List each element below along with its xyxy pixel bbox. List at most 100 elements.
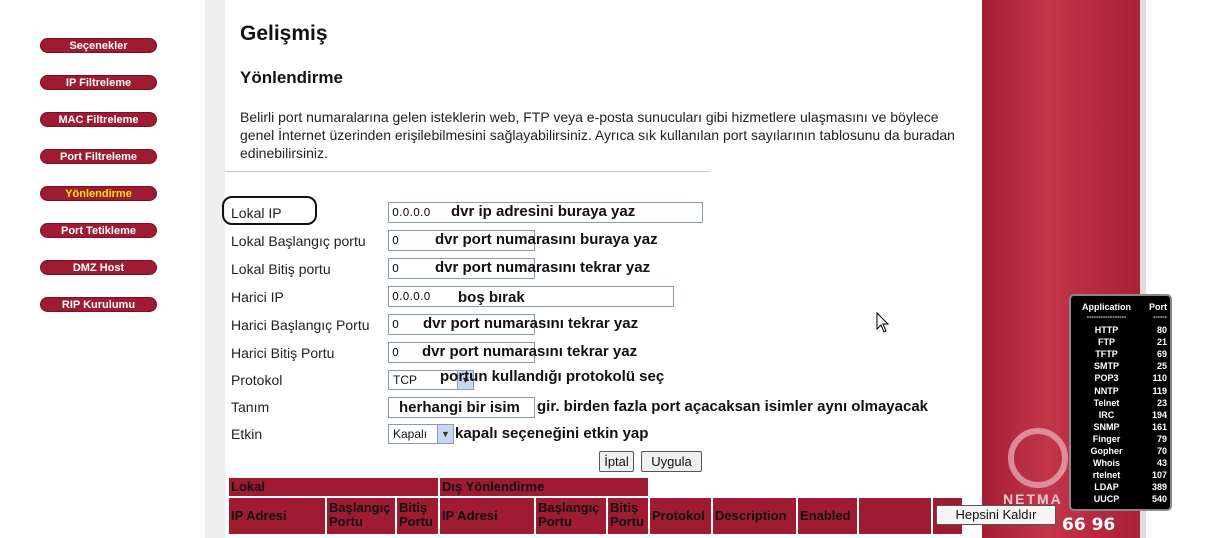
page-title: Gelişmiş — [240, 22, 328, 45]
table-group-external: Dış Yönlendirme — [440, 478, 648, 496]
column-header-external-end-port: Bitiş Portu — [608, 498, 648, 534]
port-reference-row: SMTP 25 — [1071, 361, 1170, 373]
port-reference-row: Finger 79 — [1071, 434, 1170, 446]
port-reference-row: HTTP 80 — [1071, 325, 1170, 337]
port-reference-app: FTP — [1098, 337, 1115, 348]
external-end-port-label: Harici Bitiş Portu — [231, 345, 335, 361]
port-reference-port: 119 — [1152, 385, 1167, 396]
column-header-local-ip: IP Adresi — [229, 498, 325, 534]
section-title: Yönlendirme — [240, 68, 343, 87]
support-agent-icon — [1008, 428, 1068, 488]
port-reference-port: 540 — [1151, 494, 1167, 505]
port-reference-header-app: Application — [1082, 302, 1131, 312]
port-reference-row: FTP 21 — [1071, 337, 1170, 349]
description-label: Tanım — [231, 399, 270, 415]
port-reference-port: 43 — [1156, 458, 1167, 469]
port-reference-port: 110 — [1152, 373, 1167, 384]
enabled-note: kapalı seçeneğini etkin yap — [455, 425, 649, 442]
port-reference-app: Gopher — [1090, 446, 1123, 456]
port-reference-row: rtelnet 107 — [1071, 470, 1170, 482]
sidebar-item-secenekler[interactable]: Seçenekler — [40, 38, 157, 53]
port-reference-row: LDAP 389 — [1071, 482, 1170, 494]
port-reference-app: UUCP — [1093, 494, 1120, 505]
brand-phone-number: 66 96 — [1062, 515, 1116, 535]
local-ip-label: Lokal IP — [231, 205, 282, 221]
protocol-select-value: TCP — [393, 373, 417, 387]
divider — [225, 171, 710, 172]
chevron-down-icon[interactable]: ▼ — [437, 425, 453, 443]
port-reference-row: NNTP 119 — [1071, 386, 1170, 398]
port-reference-app: IRC — [1098, 409, 1115, 420]
sidebar-item-port-tetikleme[interactable]: Port Tetikleme — [40, 223, 157, 238]
port-reference-app: POP3 — [1094, 373, 1119, 384]
port-reference-row: SNMP 161 — [1071, 422, 1170, 434]
port-reference-row: POP3 110 — [1071, 373, 1170, 385]
port-reference-app: rtelnet — [1092, 470, 1121, 481]
port-reference-port: 25 — [1156, 361, 1167, 372]
port-reference-separator-port: ------ — [1153, 314, 1167, 321]
port-reference-app: Whois — [1093, 458, 1120, 469]
remove-all-button[interactable]: Hepsini Kaldır — [936, 505, 1056, 525]
port-reference-port: 79 — [1156, 433, 1167, 444]
external-ip-label: Harici IP — [231, 289, 284, 305]
enabled-label: Etkin — [231, 426, 263, 442]
local-end-port-note: dvr port numarasını tekrar yaz — [435, 259, 651, 276]
port-reference-row: Telnet 23 — [1071, 398, 1170, 410]
port-reference-app: HTTP — [1094, 325, 1119, 335]
port-reference-app: NNTP — [1094, 385, 1119, 396]
port-reference-port: 107 — [1151, 470, 1167, 481]
port-reference-app: SMTP — [1093, 361, 1119, 372]
column-header-enabled: Enabled — [798, 498, 857, 534]
external-ip-note: boş bırak — [458, 289, 525, 306]
column-header-external-ip: IP Adresi — [440, 498, 534, 534]
cancel-button[interactable]: İptal — [599, 451, 634, 472]
port-reference-app: SNMP — [1093, 421, 1120, 432]
description-note: gir. birden fazla port açacaksan isimler… — [537, 398, 929, 415]
sidebar-item-port-filtreleme[interactable]: Port Filtreleme — [40, 149, 157, 164]
description-input[interactable]: herhangi bir isim — [388, 397, 535, 418]
sidebar-item-ip-filtreleme[interactable]: IP Filtreleme — [40, 75, 157, 90]
section-description: Belirli port numaralarına gelen istekler… — [240, 109, 955, 161]
apply-button[interactable]: Uygula — [641, 451, 702, 472]
port-reference-row: Gopher 70 — [1071, 446, 1170, 458]
sidebar-item-mac-filtreleme[interactable]: MAC Filtreleme — [40, 112, 157, 127]
local-start-port-label: Lokal Başlangıç portu — [231, 233, 366, 249]
external-ip-input[interactable]: 0.0.0.0 — [388, 286, 674, 307]
protocol-note: portun kullandığı protokolü seç — [440, 368, 665, 385]
port-reference-port: 21 — [1156, 337, 1167, 348]
port-reference-popup: Application Port ----------------- -----… — [1069, 294, 1172, 511]
port-reference-port: 70 — [1156, 446, 1167, 456]
local-ip-note: dvr ip adresini buraya yaz — [451, 203, 636, 220]
local-end-port-label: Lokal Bitiş portu — [231, 261, 331, 277]
external-end-port-note: dvr port numarasını tekrar yaz — [422, 343, 638, 360]
port-reference-header-port: Port — [1149, 302, 1167, 312]
sidebar-divider — [205, 0, 225, 538]
sidebar-item-dmz-host[interactable]: DMZ Host — [40, 260, 157, 275]
column-header-external-start-port: Başlangıç Portu — [536, 498, 606, 534]
table-group-local: Lokal — [229, 478, 438, 496]
external-start-port-label: Harici Başlangıç Portu — [231, 317, 370, 333]
port-reference-row: Whois 43 — [1071, 458, 1170, 470]
port-reference-app: LDAP — [1094, 482, 1119, 493]
port-reference-port: 80 — [1156, 325, 1167, 335]
port-reference-port: 23 — [1156, 397, 1167, 408]
port-reference-port: 194 — [1151, 409, 1167, 420]
port-reference-separator-app: ----------------- — [1086, 314, 1127, 321]
column-header-description: Description — [713, 498, 796, 534]
mouse-cursor-icon — [876, 312, 890, 333]
column-header-local-start-port: Başlangıç Portu — [327, 498, 395, 534]
sidebar: Seçenekler IP Filtreleme MAC Filtreleme … — [0, 0, 205, 538]
enabled-select-value: Kapalı — [393, 427, 428, 441]
sidebar-item-rip-kurulumu[interactable]: RIP Kurulumu — [40, 297, 157, 312]
local-start-port-note: dvr port numarasını buraya yaz — [435, 231, 658, 248]
port-reference-port: 161 — [1151, 421, 1167, 432]
port-reference-row: UUCP 540 — [1071, 494, 1170, 506]
port-reference-app: Finger — [1092, 433, 1121, 444]
sidebar-item-yonlendirme[interactable]: Yönlendirme — [40, 186, 157, 201]
port-reference-row: TFTP 69 — [1071, 349, 1170, 361]
port-reference-app: Telnet — [1093, 397, 1120, 408]
column-header-local-end-port: Bitiş Portu — [397, 498, 438, 534]
decoration-gap — [962, 272, 974, 310]
column-header-action — [859, 498, 931, 534]
enabled-select[interactable]: Kapalı ▼ — [388, 424, 454, 444]
